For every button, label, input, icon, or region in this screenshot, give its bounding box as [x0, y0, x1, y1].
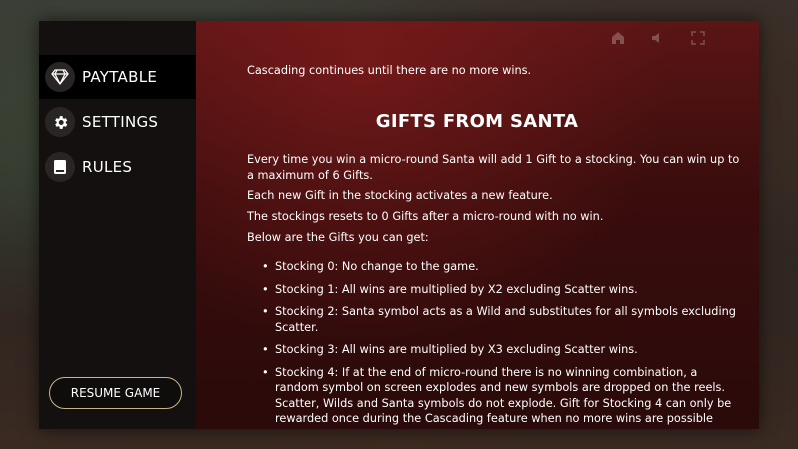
gifts-list: Stocking 0: No change to the game. Stock… [262, 259, 737, 429]
sidebar-item-label: PAYTABLE [82, 68, 158, 86]
paragraph: Below are the Gifts you can get: [247, 231, 429, 244]
section-title: GIFTS FROM SANTA [375, 111, 579, 132]
rules-modal: PAYTABLE SETTINGS RULES RESUME GAME Casc… [39, 21, 759, 429]
list-item: Stocking 1: All wins are multiplied by X… [262, 282, 737, 298]
rules-text: Cascading continues until there are no m… [247, 21, 757, 429]
list-item: Stocking 4: If at the end of micro-round… [262, 365, 737, 430]
rules-content[interactable]: Cascading continues until there are no m… [196, 21, 759, 429]
sidebar: PAYTABLE SETTINGS RULES RESUME GAME [39, 21, 196, 429]
gear-icon [45, 107, 75, 137]
paragraph: The stockings resets to 0 Gifts after a … [247, 210, 604, 223]
list-item: Stocking 2: Santa symbol acts as a Wild … [262, 304, 737, 335]
paragraph: Each new Gift in the stocking activates … [247, 189, 553, 202]
sidebar-item-rules[interactable]: RULES [39, 145, 196, 189]
list-item: Stocking 3: All wins are multiplied by X… [262, 342, 737, 358]
sidebar-item-paytable[interactable]: PAYTABLE [39, 55, 196, 99]
sidebar-item-label: SETTINGS [82, 113, 159, 131]
paragraph: Every time you win a micro-round Santa w… [247, 153, 740, 182]
sidebar-item-label: RULES [82, 158, 133, 176]
diamond-icon [45, 62, 75, 92]
list-item: Stocking 0: No change to the game. [262, 259, 737, 275]
intro-text: Cascading continues until there are no m… [247, 64, 532, 77]
sidebar-item-settings[interactable]: SETTINGS [39, 100, 196, 144]
resume-game-button[interactable]: RESUME GAME [49, 377, 182, 409]
book-icon [45, 152, 75, 182]
